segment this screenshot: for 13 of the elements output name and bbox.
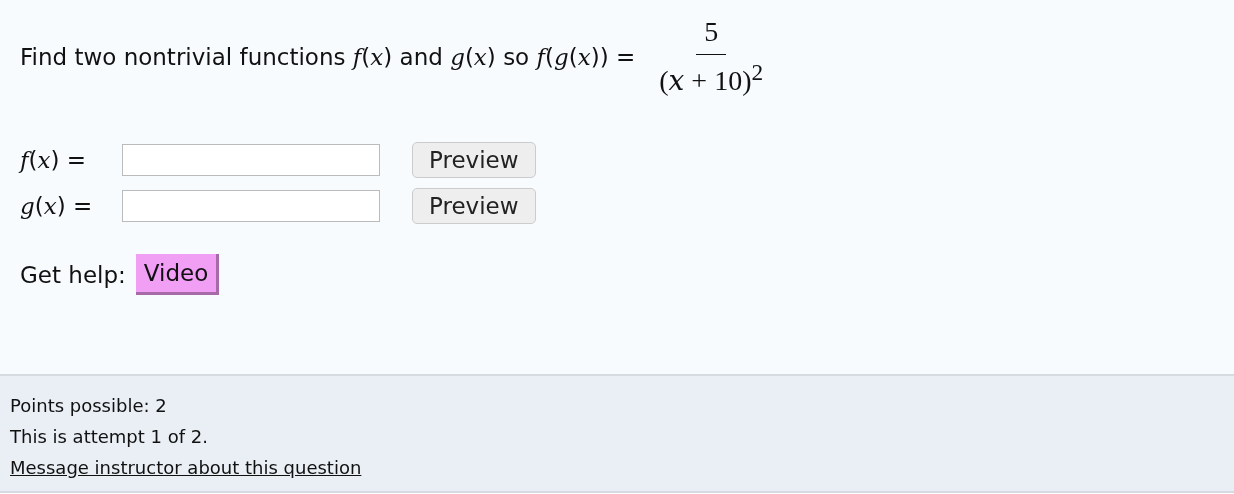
- preview-button[interactable]: Preview: [412, 142, 536, 178]
- points-text: Points possible: 2: [10, 394, 168, 418]
- question-text: Find two nontrivial functions f(x) and g(x) so f(g(x)) =: [20, 44, 636, 70]
- answer-label: f(x) =: [20, 147, 88, 173]
- video-button[interactable]: Video: [135, 254, 220, 295]
- attempt-text: This is attempt 1 of 2.: [10, 425, 209, 449]
- preview-button[interactable]: Preview: [412, 188, 536, 224]
- answer-label: g(x) =: [20, 193, 94, 219]
- fraction: 5 (x + 10)$^{2}$: [658, 16, 765, 98]
- help-label: Get help:: [20, 261, 126, 288]
- answer-field[interactable]: [122, 190, 380, 222]
- message-instructor-link[interactable]: Message instructor about this question: [10, 457, 362, 478]
- answer-field[interactable]: [122, 144, 380, 176]
